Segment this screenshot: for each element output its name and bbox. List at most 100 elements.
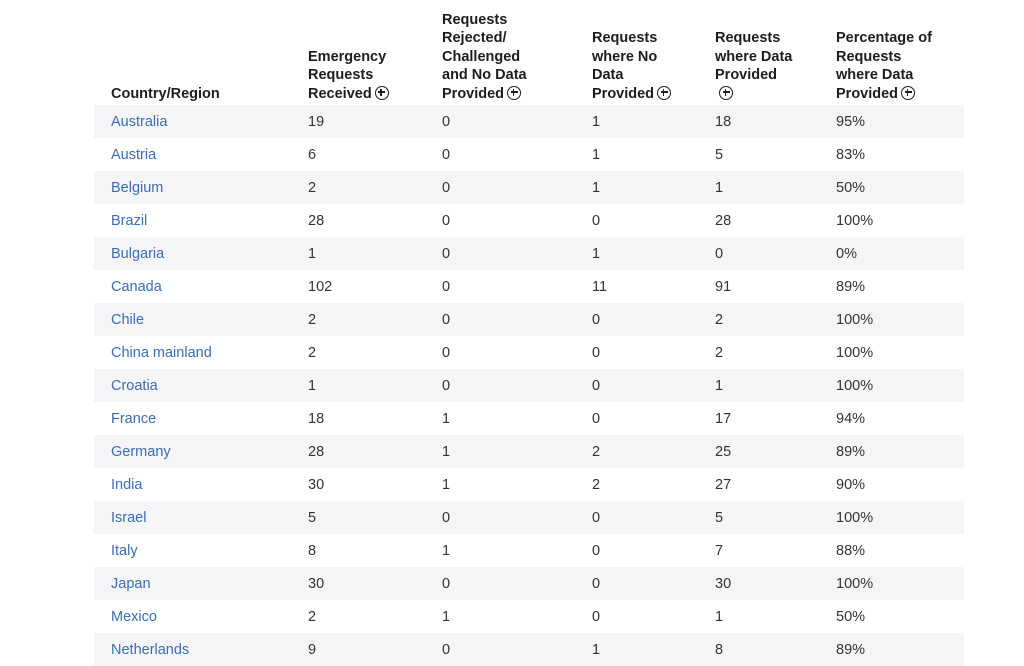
cell-rejected: 0 bbox=[442, 179, 451, 196]
header-label: Country/Region bbox=[111, 85, 220, 102]
cell-rejected: 1 bbox=[442, 410, 451, 427]
table-cell: 1 bbox=[291, 369, 425, 402]
table-row: France 18 1 0 17 94% bbox=[94, 402, 964, 435]
table-cell: Austria bbox=[94, 138, 291, 171]
table-body: Australia 19 0 1 18 95% Austria 6 0 1 5 83% Belgium 2… bbox=[94, 105, 964, 666]
cell-received: 2 bbox=[308, 608, 317, 625]
plus-circle-icon[interactable] bbox=[719, 85, 733, 100]
table-cell: 5 bbox=[291, 501, 425, 534]
plus-circle-icon[interactable] bbox=[901, 85, 916, 100]
country-link[interactable]: France bbox=[111, 411, 156, 427]
cell-data-provided: 18 bbox=[715, 113, 732, 130]
table-cell: 0 bbox=[575, 600, 698, 633]
header-label: Requests where No Data Provided bbox=[592, 30, 658, 102]
cell-rejected: 1 bbox=[442, 476, 451, 493]
table-cell: 7 bbox=[698, 534, 819, 567]
table-cell: 28 bbox=[291, 435, 425, 468]
country-link[interactable]: Canada bbox=[111, 279, 162, 295]
table-row: Israel 5 0 0 5 100% bbox=[94, 501, 964, 534]
table-cell: 95% bbox=[819, 105, 964, 138]
table-cell: 0 bbox=[575, 534, 698, 567]
table-cell: 1 bbox=[575, 105, 698, 138]
cell-data-provided: 7 bbox=[715, 542, 724, 559]
country-link[interactable]: Chile bbox=[111, 312, 144, 328]
cell-received: 1 bbox=[308, 245, 317, 262]
table-cell: 1 bbox=[575, 138, 698, 171]
table-cell: 100% bbox=[819, 336, 964, 369]
plus-circle-icon[interactable] bbox=[507, 85, 522, 100]
table-row: Japan 30 0 0 30 100% bbox=[94, 567, 964, 600]
cell-rejected: 0 bbox=[442, 146, 451, 163]
table-row: Germany 28 1 2 25 89% bbox=[94, 435, 964, 468]
table-cell: 1 bbox=[575, 237, 698, 270]
table-cell: 17 bbox=[698, 402, 819, 435]
table-cell: 30 bbox=[698, 567, 819, 600]
table-cell: 0 bbox=[425, 501, 575, 534]
table-cell: 2 bbox=[698, 336, 819, 369]
cell-no-data: 1 bbox=[592, 113, 601, 130]
table-cell: 2 bbox=[575, 435, 698, 468]
country-link[interactable]: Mexico bbox=[111, 609, 157, 625]
country-link[interactable]: Italy bbox=[111, 543, 138, 559]
cell-percentage: 100% bbox=[836, 509, 874, 526]
country-link[interactable]: India bbox=[111, 477, 142, 493]
table-cell: 0 bbox=[425, 204, 575, 237]
table-row: India 30 1 2 27 90% bbox=[94, 468, 964, 501]
country-link[interactable]: Israel bbox=[111, 510, 146, 526]
table-cell: 0 bbox=[575, 501, 698, 534]
cell-data-provided: 27 bbox=[715, 476, 732, 493]
table-cell: 9 bbox=[291, 633, 425, 666]
cell-no-data: 1 bbox=[592, 146, 601, 163]
table-cell: 2 bbox=[698, 303, 819, 336]
cell-no-data: 0 bbox=[592, 575, 601, 592]
header-requests-rejected: Requests Rejected/ Challenged and No Dat… bbox=[425, 0, 575, 105]
header-requests-data-provided: Requests where Data Provided bbox=[698, 0, 819, 105]
table-cell: 1 bbox=[575, 633, 698, 666]
table-cell: 2 bbox=[291, 303, 425, 336]
cell-percentage: 88% bbox=[836, 542, 866, 559]
country-link[interactable]: Netherlands bbox=[111, 642, 189, 658]
cell-data-provided: 28 bbox=[715, 212, 732, 229]
header-country-region: Country/Region bbox=[94, 0, 291, 105]
country-link[interactable]: Australia bbox=[111, 114, 167, 130]
country-link[interactable]: Croatia bbox=[111, 378, 158, 394]
table-cell: 28 bbox=[291, 204, 425, 237]
cell-percentage: 100% bbox=[836, 311, 874, 328]
cell-percentage: 89% bbox=[836, 443, 866, 460]
cell-data-provided: 2 bbox=[715, 344, 724, 361]
country-link[interactable]: Brazil bbox=[111, 213, 147, 229]
plus-circle-icon[interactable] bbox=[374, 85, 389, 100]
table-cell: 1 bbox=[291, 237, 425, 270]
table-cell: 19 bbox=[291, 105, 425, 138]
cell-rejected: 0 bbox=[442, 377, 451, 394]
table-cell: Croatia bbox=[94, 369, 291, 402]
header-emergency-requests-received: Emergency Requests Received bbox=[291, 0, 425, 105]
country-link[interactable]: Austria bbox=[111, 147, 156, 163]
table-cell: 30 bbox=[291, 468, 425, 501]
table-cell: 1 bbox=[575, 171, 698, 204]
table-cell: 50% bbox=[819, 600, 964, 633]
cell-no-data: 0 bbox=[592, 377, 601, 394]
table-cell: 50% bbox=[819, 171, 964, 204]
cell-rejected: 0 bbox=[442, 212, 451, 229]
table-cell: 0 bbox=[425, 237, 575, 270]
table-cell: India bbox=[94, 468, 291, 501]
cell-percentage: 89% bbox=[836, 278, 866, 295]
country-link[interactable]: Bulgaria bbox=[111, 246, 164, 262]
country-link[interactable]: Japan bbox=[111, 576, 151, 592]
cell-data-provided: 1 bbox=[715, 608, 724, 625]
table-cell: 27 bbox=[698, 468, 819, 501]
cell-data-provided: 25 bbox=[715, 443, 732, 460]
cell-received: 30 bbox=[308, 575, 325, 592]
table-cell: France bbox=[94, 402, 291, 435]
cell-no-data: 0 bbox=[592, 509, 601, 526]
country-link[interactable]: China mainland bbox=[111, 345, 212, 361]
plus-circle-icon[interactable] bbox=[657, 85, 672, 100]
table-cell: 1 bbox=[425, 435, 575, 468]
table-row: Austria 6 0 1 5 83% bbox=[94, 138, 964, 171]
table-cell: 0 bbox=[425, 105, 575, 138]
table-cell: 100% bbox=[819, 501, 964, 534]
country-link[interactable]: Belgium bbox=[111, 180, 163, 196]
country-link[interactable]: Germany bbox=[111, 444, 171, 460]
table-row: Canada 102 0 11 91 89% bbox=[94, 270, 964, 303]
